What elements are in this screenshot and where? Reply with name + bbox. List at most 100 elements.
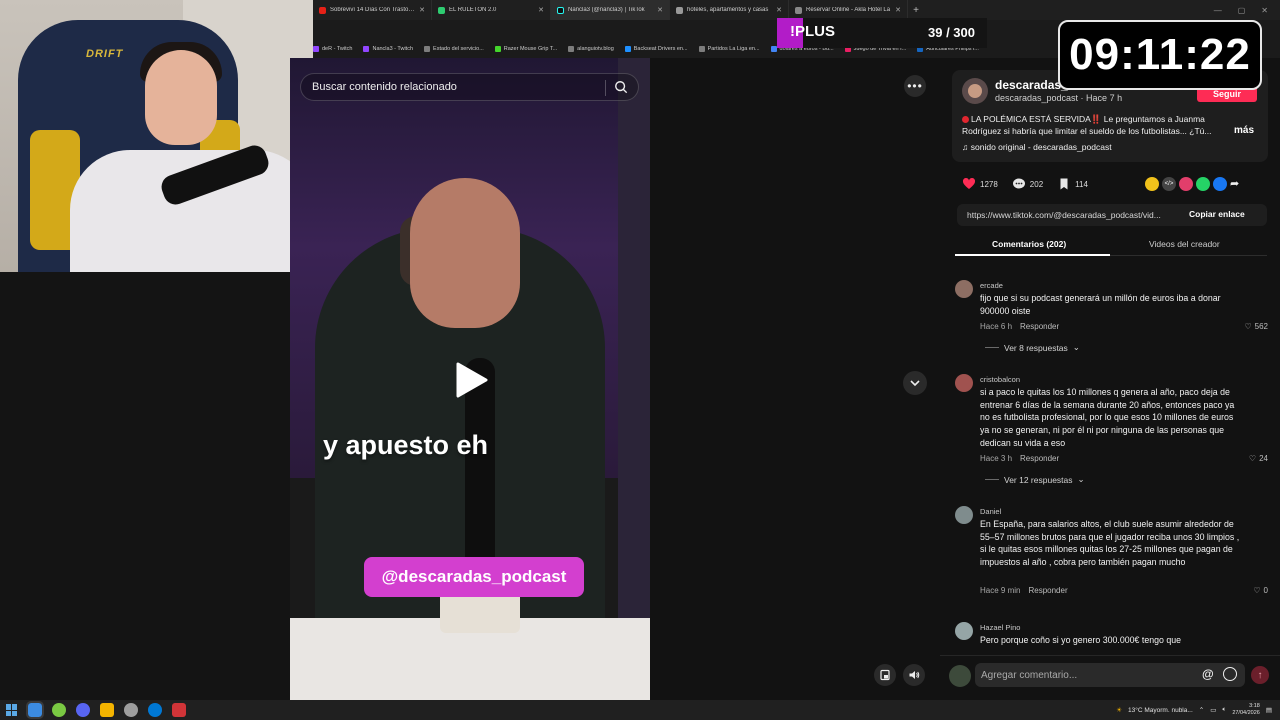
network-icon[interactable]: ▭ [1210,706,1216,714]
minimize-icon[interactable]: — [1214,6,1222,15]
commenter-name[interactable]: cristobalcon [980,375,1020,384]
plus-counter-overlay: !PLUS 39 / 300 [777,18,987,48]
maximize-icon[interactable]: ▢ [1238,6,1246,15]
bookmark[interactable]: Backseat Drivers en... [624,46,688,52]
edge-icon[interactable] [148,703,162,717]
tiktok-icon [557,6,564,14]
tab-comments[interactable]: Comentarios (202) [992,239,1066,249]
volume-button[interactable] [903,664,925,686]
search-icon[interactable] [614,80,628,94]
close-icon[interactable]: ✕ [895,6,901,14]
close-window-icon[interactable]: ✕ [1261,6,1268,15]
video-handle-badge: @descaradas_podcast [364,557,584,597]
close-icon[interactable]: ✕ [538,6,544,14]
copy-link-button[interactable]: Copiar enlace [1189,209,1245,219]
comment-meta: Hace 6 h Responder [980,322,1059,331]
more-options-button[interactable]: ••• [904,75,926,97]
comment-placeholder: Agregar comentario... [981,669,1078,681]
discord-icon[interactable] [76,703,90,717]
comment-text: En España, para salarios altos, el club … [980,519,1240,568]
reply-link[interactable]: Responder [1020,454,1059,463]
browser-tab[interactable]: Reservar Online - Akla Hotel La ✕ [789,0,908,20]
bookmark-icon [770,46,777,52]
active-tab-indicator [955,254,1110,256]
commenter-name[interactable]: ercade [980,281,1003,290]
tray-chevron-icon[interactable]: ⌃ [1199,706,1204,714]
whatsapp-icon[interactable] [1196,177,1210,191]
weather-text[interactable]: 13°C Mayorm. nubla... [1128,707,1193,714]
related-search-input[interactable]: Buscar contenido relacionado [300,73,639,101]
commenter-avatar[interactable] [955,506,973,524]
author-avatar[interactable] [962,78,988,104]
play-icon[interactable] [452,360,492,400]
picture-in-picture-button[interactable] [874,664,896,686]
app-icon[interactable] [124,703,138,717]
app-icon[interactable] [100,703,114,717]
post-actions: 1278 202 114 [962,176,1102,192]
bookmark[interactable]: Partidos La Liga en... [698,46,760,52]
bookmark[interactable]: Nancla3 - Twitch [363,46,413,52]
comment-action[interactable]: 202 [1012,177,1043,191]
tray-date: 27/04/2026 [1232,710,1260,716]
comment-like[interactable]: ♡ 24 [1249,454,1268,463]
commenter-avatar[interactable] [955,622,973,640]
close-icon[interactable]: ✕ [419,6,425,14]
new-tab-button[interactable]: + [908,5,924,16]
view-replies[interactable]: Ver 8 respuestas ⌄ [985,342,1080,353]
bookmark[interactable]: Razer Mouse Grip T... [494,46,557,52]
heart-outline-icon: ♡ [1248,454,1257,463]
share-arrow-icon[interactable]: ➦ [1230,177,1239,191]
close-icon[interactable]: ✕ [776,6,782,14]
notification-icon[interactable]: ▤ [1266,706,1272,714]
comment-text: Pero porque coño si yo genero 300.000€ t… [980,635,1182,645]
tab-title: EL RULETON 2.0 [449,7,497,13]
bookmark[interactable]: deR - Twitch [313,46,352,52]
windows-start-icon[interactable] [6,704,18,716]
commenter-name[interactable]: Hazael Pino [980,623,1020,632]
comment-like[interactable]: ♡ 562 [1244,322,1268,331]
tab-creator-videos[interactable]: Videos del creador [1149,239,1220,249]
browser-tab[interactable]: Sobreviví 14 Días Con Trastorno ✕ [313,0,432,20]
commenter-avatar[interactable] [955,374,973,392]
browser-tab[interactable]: hoteles, apartamentos y casas ✕ [670,0,789,20]
sound-row[interactable]: ♫ sonido original - descaradas_podcast [962,142,1112,152]
close-icon[interactable]: ✕ [657,6,663,14]
save-action[interactable]: 114 [1057,177,1088,191]
speaker-icon[interactable]: 🔈︎ [1222,706,1226,714]
app-icon[interactable] [172,703,186,717]
app-icon[interactable] [52,703,66,717]
next-video-button[interactable] [903,371,927,395]
view-replies[interactable]: Ver 12 respuestas ⌄ [985,474,1085,485]
send-share-icon[interactable] [1179,177,1193,191]
comment-meta: Hace 9 min Responder [980,586,1068,595]
search-placeholder: Buscar contenido relacionado [312,81,457,93]
send-comment-button[interactable]: ↑ [1251,666,1269,684]
post-link-text: https://www.tiktok.com/@descaradas_podca… [967,210,1161,220]
sound-label: sonido original - descaradas_podcast [970,142,1112,152]
mention-icon[interactable]: @ [1202,667,1214,681]
author-name[interactable]: descaradas_ [995,78,1068,92]
pip-icon [880,669,890,681]
bookmark-icon [1060,178,1068,190]
coin-share-icon[interactable] [1145,177,1159,191]
bookmark[interactable]: Estado del servicio... [424,46,484,52]
commenter-avatar[interactable] [955,280,973,298]
bookmark-label: deR - Twitch [322,46,353,52]
facebook-icon[interactable] [1213,177,1227,191]
commenter-name[interactable]: Daniel [980,507,1001,516]
reply-link[interactable]: Responder [1028,586,1067,595]
reply-link[interactable]: Responder [1020,322,1059,331]
bookmark-label: alanguiotv.blog [577,46,614,52]
browser-tab-active[interactable]: Nancla3 (@nancla3) | TikTok ✕ [551,0,670,20]
embed-icon[interactable]: </> [1162,177,1176,191]
bookmark[interactable]: alanguiotv.blog [568,46,614,52]
browser-tab[interactable]: EL RULETON 2.0 ✕ [432,0,551,20]
comment-like[interactable]: ♡ 0 [1253,586,1268,595]
emoji-icon[interactable] [1223,667,1237,681]
chrome-icon[interactable] [26,701,44,719]
clock-tray[interactable]: 3:18 27/04/2026 [1232,703,1260,717]
post-description-text: LA POLÉMICA ESTÁ SERVIDA‼️ Le preguntamo… [962,114,1212,136]
more-description-link[interactable]: más [1234,125,1254,136]
comment-time: Hace 6 h [980,322,1013,331]
like-action[interactable]: 1278 [962,177,998,191]
